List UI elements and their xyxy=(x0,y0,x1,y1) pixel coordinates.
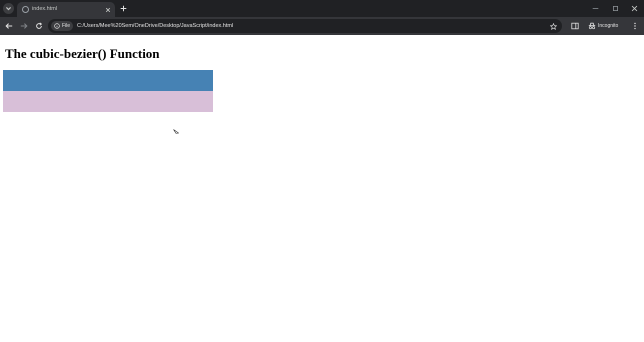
chevron-down-icon xyxy=(6,7,11,11)
arrow-left-icon xyxy=(5,23,13,29)
star-icon xyxy=(549,22,557,30)
browser-menu-button[interactable] xyxy=(630,21,640,31)
new-tab-button[interactable] xyxy=(118,3,128,13)
back-button[interactable] xyxy=(4,21,14,31)
tab-search-button[interactable] xyxy=(3,3,14,14)
animated-box-2 xyxy=(3,91,213,112)
reload-button[interactable] xyxy=(34,21,44,31)
mouse-pointer-icon xyxy=(173,129,179,134)
more-vertical-icon xyxy=(634,22,636,30)
close-window-button[interactable] xyxy=(628,3,640,13)
page-viewport: The cubic-bezier() Function xyxy=(0,35,644,342)
minimize-icon xyxy=(592,7,598,9)
tab-close-button[interactable] xyxy=(103,5,112,14)
browser-toolbar: File C:/Users/Mee%20Sem/OneDrive/Desktop… xyxy=(0,17,644,35)
reload-icon xyxy=(36,22,43,29)
side-panel-button[interactable] xyxy=(570,21,580,31)
restore-button[interactable] xyxy=(609,3,621,13)
info-icon xyxy=(54,23,60,29)
close-icon xyxy=(105,7,110,12)
close-icon xyxy=(631,5,637,11)
minimize-button[interactable] xyxy=(589,3,601,13)
page-heading: The cubic-bezier() Function xyxy=(5,46,160,61)
arrow-right-icon xyxy=(20,23,28,29)
url-text[interactable]: C:/Users/Mee%20Sem/OneDrive/Desktop/Java… xyxy=(77,21,233,31)
address-bar[interactable]: File C:/Users/Mee%20Sem/OneDrive/Desktop… xyxy=(48,19,562,33)
incognito-icon xyxy=(588,22,596,30)
plus-icon xyxy=(120,5,126,11)
forward-button[interactable] xyxy=(19,21,29,31)
bookmark-button[interactable] xyxy=(548,21,558,31)
tab-strip: index.html xyxy=(0,0,644,17)
site-info-chip[interactable]: File xyxy=(51,21,73,31)
restore-icon xyxy=(612,5,618,11)
globe-icon xyxy=(22,6,29,13)
incognito-profile-button[interactable]: Incognito xyxy=(585,20,625,32)
incognito-label: Incognito xyxy=(598,23,619,29)
animated-box-1 xyxy=(3,70,213,91)
side-panel-icon xyxy=(571,22,579,30)
tab-title: index.html xyxy=(32,6,58,12)
tab-active[interactable]: index.html xyxy=(17,2,115,17)
site-info-label: File xyxy=(62,23,71,29)
